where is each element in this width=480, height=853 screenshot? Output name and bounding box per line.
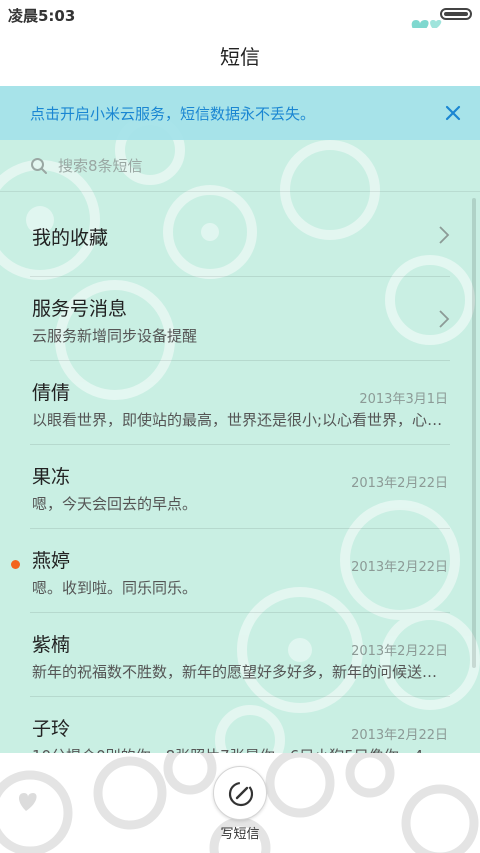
message-date: 2013年2月22日 bbox=[351, 644, 448, 659]
cloud-service-banner[interactable]: 点击开启小米云服务，短信数据永不丢失。 bbox=[0, 86, 480, 140]
list-item-name: 我的收藏 bbox=[32, 227, 109, 249]
conversation-row[interactable]: 燕婷 2013年2月22日 嗯。收到啦。同乐同乐。 bbox=[0, 529, 480, 613]
unread-indicator bbox=[11, 560, 20, 569]
cloud-banner-text[interactable]: 点击开启小米云服务，短信数据永不丢失。 bbox=[30, 103, 315, 124]
status-bar: 凌晨5:03 bbox=[0, 0, 480, 50]
compose-label[interactable]: 写短信 bbox=[0, 823, 480, 842]
contact-name: 紫楠 bbox=[32, 634, 71, 656]
conversation-list: 我的收藏 服务号消息 云服务新增同步设备提醒 倩倩 2013年3月1日 以眼看世… bbox=[0, 193, 480, 753]
contact-name: 果冻 bbox=[32, 466, 71, 488]
status-time: 凌晨5:03 bbox=[8, 7, 76, 25]
title-bar: 短信 bbox=[0, 28, 480, 86]
contact-name: 子玲 bbox=[32, 718, 71, 740]
conversation-row[interactable]: 紫楠 2013年2月22日 新年的祝福数不胜数，新年的愿望好多好多，新年的问候送… bbox=[0, 613, 480, 697]
conversation-row[interactable]: 果冻 2013年2月22日 嗯，今天会回去的早点。 bbox=[0, 445, 480, 529]
message-date: 2013年3月1日 bbox=[359, 392, 448, 407]
scrollbar[interactable] bbox=[472, 198, 476, 668]
contact-name: 燕婷 bbox=[32, 550, 71, 572]
message-date: 2013年2月22日 bbox=[351, 728, 448, 743]
message-preview: 嗯，今天会回去的早点。 bbox=[32, 495, 198, 513]
message-preview: 嗯。收到啦。同乐同乐。 bbox=[32, 579, 198, 597]
bottom-action-bar: 写短信 bbox=[0, 753, 480, 853]
list-item-name: 服务号消息 bbox=[32, 298, 128, 320]
close-icon[interactable] bbox=[440, 100, 466, 126]
conversation-row[interactable]: 子玲 2013年2月22日 10分提合0别的你，8张照片7张是你，6只小狗5只像… bbox=[0, 697, 480, 753]
message-preview: 新年的祝福数不胜数，新年的愿望好多好多，新年的问候送给你 bbox=[32, 663, 444, 681]
message-date: 2013年2月22日 bbox=[351, 476, 448, 491]
compose-icon bbox=[228, 781, 254, 807]
chevron-right-icon bbox=[439, 226, 450, 244]
page-title: 短信 bbox=[220, 45, 260, 69]
list-item-service-messages[interactable]: 服务号消息 云服务新增同步设备提醒 bbox=[0, 277, 480, 361]
search-input[interactable] bbox=[58, 152, 438, 180]
compose-button[interactable] bbox=[213, 766, 267, 820]
chevron-right-icon bbox=[439, 310, 450, 328]
contact-name: 倩倩 bbox=[32, 382, 71, 404]
conversation-row[interactable]: 倩倩 2013年3月1日 以眼看世界，即使站的最高，世界还是很小;以心看世界，心… bbox=[0, 361, 480, 445]
search-icon bbox=[31, 158, 47, 174]
message-date: 2013年2月22日 bbox=[351, 560, 448, 575]
battery-icon bbox=[440, 8, 472, 20]
message-preview: 以眼看世界，即使站的最高，世界还是很小;以心看世界，心里有大海 bbox=[32, 411, 444, 429]
message-preview: 10分提合0别的你，8张照片7张是你，6只小狗5只像你，4 bbox=[32, 745, 444, 753]
list-item-favorites[interactable]: 我的收藏 bbox=[0, 193, 480, 277]
search-bar[interactable] bbox=[0, 140, 480, 192]
list-item-preview: 云服务新增同步设备提醒 bbox=[32, 327, 198, 345]
